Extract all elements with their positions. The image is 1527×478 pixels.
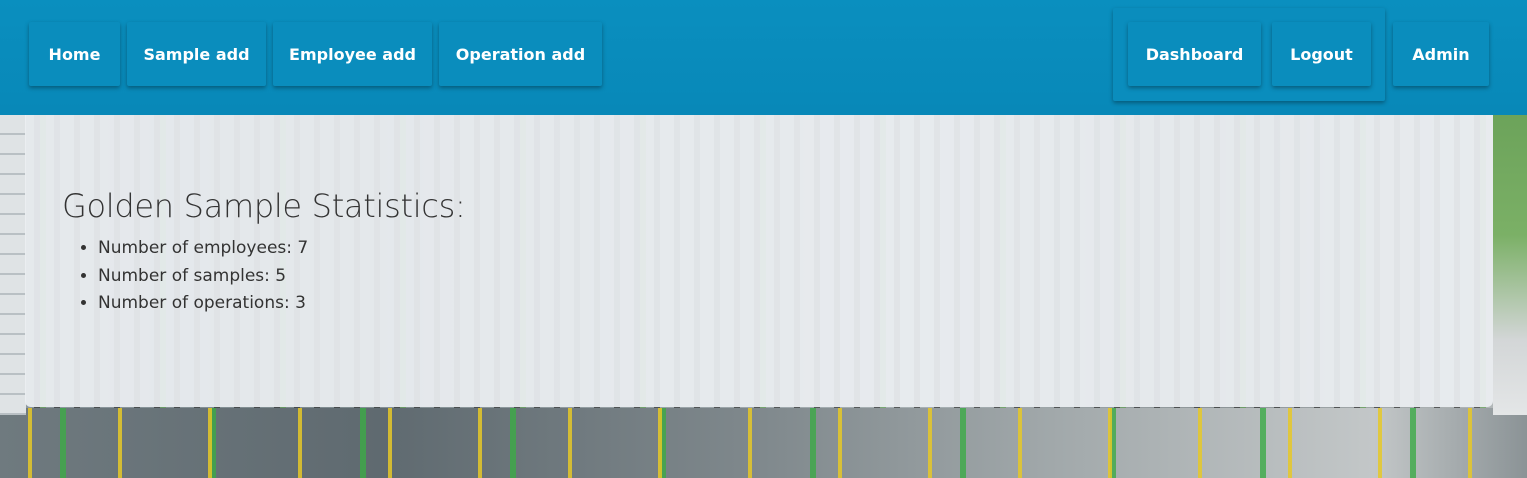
background-building-edge bbox=[0, 115, 26, 415]
nav-dashboard-button[interactable]: Dashboard bbox=[1128, 22, 1261, 86]
page: Home Sample add Employee add Operation a… bbox=[0, 0, 1527, 478]
nav-home-button[interactable]: Home bbox=[29, 22, 120, 86]
stat-samples: Number of samples: 5 bbox=[98, 263, 308, 291]
background-machinery-edge bbox=[1493, 115, 1527, 415]
top-navbar: Home Sample add Employee add Operation a… bbox=[0, 0, 1527, 115]
stat-operations: Number of operations: 3 bbox=[98, 290, 308, 318]
page-title: Golden Sample Statistics: bbox=[62, 187, 466, 225]
nav-employee-add-button[interactable]: Employee add bbox=[273, 22, 432, 86]
stat-employees: Number of employees: 7 bbox=[98, 235, 308, 263]
factory-background-image bbox=[0, 408, 1527, 478]
statistics-list: Number of employees: 7 Number of samples… bbox=[62, 235, 308, 318]
nav-admin-button[interactable]: Admin bbox=[1393, 22, 1489, 86]
nav-logout-button[interactable]: Logout bbox=[1272, 22, 1371, 86]
nav-operation-add-button[interactable]: Operation add bbox=[439, 22, 602, 86]
statistics-panel: Golden Sample Statistics: Number of empl… bbox=[25, 115, 1493, 407]
nav-sample-add-button[interactable]: Sample add bbox=[127, 22, 266, 86]
